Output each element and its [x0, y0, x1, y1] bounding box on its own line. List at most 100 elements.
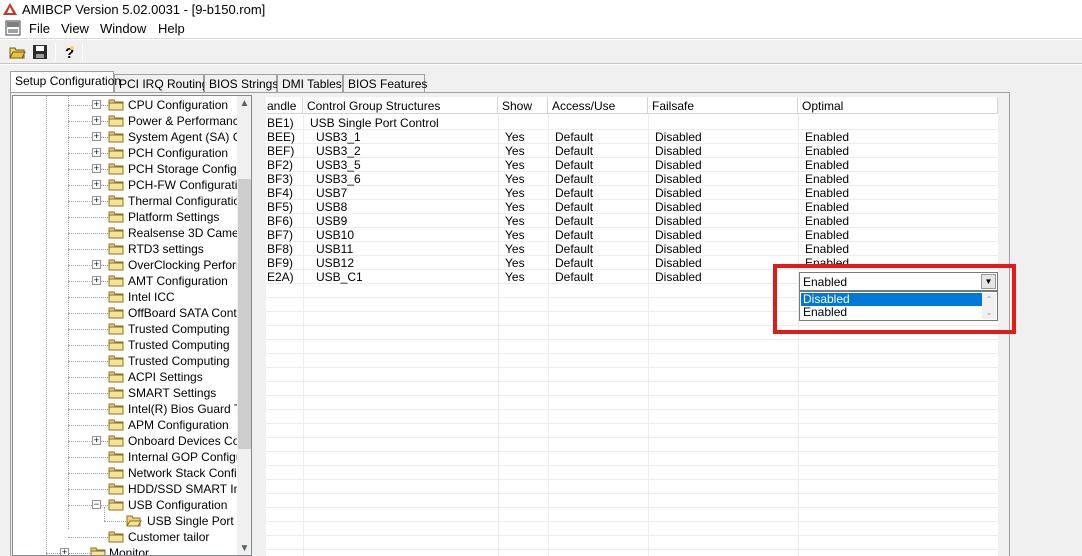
tree-item-label: Network Stack Configurat	[128, 466, 237, 480]
tree-item[interactable]: Trusted Computing	[13, 321, 237, 337]
expand-icon[interactable]: +	[92, 100, 101, 109]
rom-document-icon[interactable]	[5, 20, 21, 36]
table-row[interactable]: BEE) USB3_1 Yes Default Disabled Enabled	[266, 130, 998, 144]
tree-item[interactable]: + Onboard Devices Configu	[13, 433, 237, 449]
folder-icon	[108, 307, 124, 319]
cell-show: Yes	[505, 256, 525, 270]
grid-row-line	[266, 479, 998, 480]
table-row[interactable]: BF6) USB9 Yes Default Disabled Enabled	[266, 214, 998, 228]
tree-item[interactable]: OffBoard SATA Controller	[13, 305, 237, 321]
tree-item[interactable]: + PCH Storage Configuratic	[13, 161, 237, 177]
expand-icon[interactable]: +	[92, 132, 101, 141]
menu-view[interactable]: View	[61, 21, 89, 36]
tree-item-label: Customer tailor	[128, 530, 210, 544]
menu-file[interactable]: File	[29, 21, 50, 36]
tree-item[interactable]: + PCH Configuration	[13, 145, 237, 161]
column-header-failsafe[interactable]: Failsafe	[648, 97, 798, 114]
column-header-handle[interactable]: andle	[266, 97, 303, 114]
column-header-optimal[interactable]: Optimal	[798, 97, 998, 114]
tab-setup-configuration[interactable]: Setup Configuration	[10, 71, 121, 92]
scroll-up-icon[interactable]: ▲	[237, 96, 251, 112]
tree-item-label: PCH Configuration	[128, 146, 229, 160]
tree-connector-line	[68, 473, 108, 474]
tree-item[interactable]: Intel(R) Bios Guard Techr	[13, 401, 237, 417]
tree-item[interactable]: ACPI Settings	[13, 369, 237, 385]
folder-icon	[108, 355, 124, 367]
tree-item-label: PCH Storage Configuratic	[128, 162, 237, 176]
tree-item[interactable]: Network Stack Configurat	[13, 465, 237, 481]
table-row[interactable]: BF3) USB3_6 Yes Default Disabled Enabled	[266, 172, 998, 186]
tab-bios-features[interactable]: BIOS Features	[343, 74, 427, 92]
tree-item[interactable]: + AMT Configuration	[13, 273, 237, 289]
tree-item[interactable]: + Thermal Configuration	[13, 193, 237, 209]
tree-item[interactable]: − USB Configuration	[13, 497, 237, 513]
tab-pci-irq-routing[interactable]: PCI IRQ Routing	[114, 74, 208, 92]
table-row[interactable]: BF7) USB10 Yes Default Disabled Enabled	[266, 228, 998, 242]
tree-item[interactable]: Intel ICC	[13, 289, 237, 305]
cell-access-use: Default	[555, 214, 594, 228]
tree-connector-line	[68, 409, 108, 410]
column-header-show[interactable]: Show	[498, 97, 548, 114]
cell-optimal: Enabled	[805, 172, 850, 186]
tree-item[interactable]: SMART Settings	[13, 385, 237, 401]
tree-item[interactable]: USB Single Port Cont	[13, 507, 237, 529]
tree-connector-line	[68, 345, 108, 346]
cell-control-group: USB7	[316, 186, 348, 200]
expand-icon[interactable]: +	[92, 164, 101, 173]
collapse-icon[interactable]: −	[92, 500, 101, 509]
tree-item[interactable]: + OverClocking Performanc	[13, 257, 237, 273]
expand-icon[interactable]: +	[60, 548, 69, 555]
cell-control-group: USB_C1	[316, 270, 363, 284]
grid-row-line	[266, 367, 998, 368]
menu-help[interactable]: Help	[158, 21, 185, 36]
tree-item[interactable]: RTD3 settings	[13, 241, 237, 257]
tree-item[interactable]: Internal GOP Configuratio	[13, 449, 237, 465]
table-row[interactable]: BE1) USB Single Port Control	[266, 116, 998, 130]
tree-item[interactable]: Realsense 3D Camera Se	[13, 225, 237, 241]
tree-item[interactable]: + System Agent (SA) Config	[13, 129, 237, 145]
cell-control-group: USB3_1	[316, 130, 361, 144]
expand-icon[interactable]: +	[92, 436, 101, 445]
tree-scrollbar[interactable]: ▲ ▼	[237, 96, 251, 555]
tree-connector-line	[68, 377, 108, 378]
tree-item[interactable]: Trusted Computing	[13, 337, 237, 353]
tree-item[interactable]: + CPU Configuration	[13, 97, 237, 113]
tree-item[interactable]: Trusted Computing	[13, 353, 237, 369]
table-row[interactable]: BEF) USB3_2 Yes Default Disabled Enabled	[266, 144, 998, 158]
save-icon[interactable]	[31, 43, 49, 61]
column-header-control-group[interactable]: Control Group Structures	[303, 97, 498, 114]
table-row[interactable]: BF4) USB7 Yes Default Disabled Enabled	[266, 186, 998, 200]
tab-bios-strings[interactable]: BIOS Strings	[204, 74, 278, 92]
tree-connector-line	[68, 393, 108, 394]
table-row[interactable]: BF5) USB8 Yes Default Disabled Enabled	[266, 200, 998, 214]
expand-icon[interactable]: +	[92, 148, 101, 157]
tree-item[interactable]: + Power & Performance	[13, 113, 237, 129]
tab-dmi-tables[interactable]: DMI Tables	[277, 74, 343, 92]
tree-item[interactable]: APM Configuration	[13, 417, 237, 433]
tree-item[interactable]: Platform Settings	[13, 209, 237, 225]
expand-icon[interactable]: +	[92, 180, 101, 189]
expand-icon[interactable]: +	[92, 260, 101, 269]
expand-icon[interactable]: +	[92, 196, 101, 205]
cell-show: Yes	[505, 270, 525, 284]
tree-item[interactable]: + PCH-FW Configuration	[13, 177, 237, 193]
scroll-down-icon[interactable]: ▼	[237, 541, 251, 555]
tree-item-label: Trusted Computing	[128, 354, 230, 368]
expand-icon[interactable]: +	[92, 276, 101, 285]
tree-item[interactable]: + Monitor	[13, 545, 237, 555]
column-header-access-use[interactable]: Access/Use	[548, 97, 648, 114]
tree-item[interactable]: HDD/SSD SMART Inform	[13, 481, 237, 497]
expand-icon[interactable]: +	[92, 116, 101, 125]
table-row[interactable]: BF2) USB3_5 Yes Default Disabled Enabled	[266, 158, 998, 172]
help-icon[interactable]: ?	[60, 43, 78, 61]
folder-icon	[108, 259, 124, 271]
cell-failsafe: Disabled	[655, 228, 702, 242]
tree-item[interactable]: Customer tailor	[13, 529, 237, 545]
cell-show: Yes	[505, 130, 525, 144]
tree-scroll-thumb[interactable]	[238, 179, 251, 449]
tree-connector-line	[68, 105, 108, 106]
cell-handle: E2A)	[267, 270, 294, 284]
open-folder-icon[interactable]	[8, 43, 26, 61]
menu-window[interactable]: Window	[100, 21, 146, 36]
table-row[interactable]: BF8) USB11 Yes Default Disabled Enabled	[266, 242, 998, 256]
